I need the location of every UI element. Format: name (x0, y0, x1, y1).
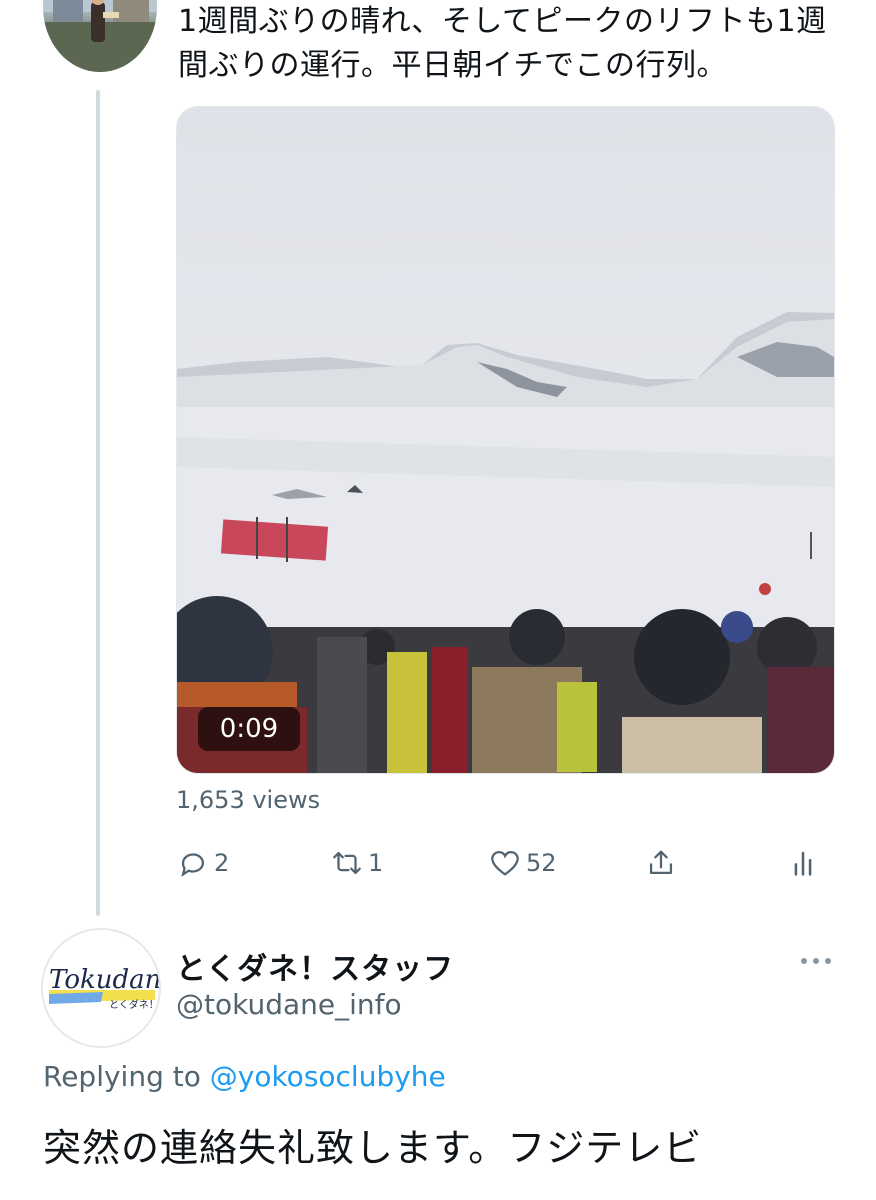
replying-to-line: Replying to @yokosoclubyhe (43, 1060, 446, 1093)
like-button[interactable]: 52 (488, 840, 557, 886)
user-handle[interactable]: @tokudane_info (176, 988, 402, 1021)
view-count: 1,653 views (176, 786, 321, 814)
video-duration-badge: 0:09 (198, 707, 300, 751)
analytics-button[interactable] (786, 840, 820, 886)
reply-count: 2 (214, 849, 230, 877)
more-icon (801, 958, 831, 964)
thread-connector-line (96, 90, 100, 916)
replying-to-label: Replying to (43, 1060, 201, 1093)
display-name[interactable]: とくダネ！スタッフ (176, 944, 454, 988)
svg-text:Tokudane: Tokudane (49, 965, 159, 995)
replying-to-mention[interactable]: @yokosoclubyhe (210, 1060, 446, 1093)
tokudane-avatar[interactable]: Tokudane とくダネ！ (41, 928, 161, 1048)
author-avatar[interactable] (43, 0, 157, 72)
analytics-icon (794, 851, 812, 876)
svg-text:とくダネ！: とくダネ！ (109, 998, 159, 1011)
heart-icon (491, 851, 519, 876)
like-count: 52 (526, 849, 557, 877)
share-icon (649, 850, 673, 875)
retweet-button[interactable]: 1 (330, 840, 383, 886)
tweet-text: 1週間ぶりの晴れ、そしてピークのリフトも1週間ぶりの運行。平日朝イチでこの行列。 (178, 4, 827, 83)
reply-tweet-text: 突然の連絡失礼致します。フジテレビ (43, 1126, 703, 1170)
tokudane-logo: Tokudane とくダネ！ (43, 930, 159, 1046)
retweet-icon (333, 851, 361, 875)
more-button[interactable] (796, 946, 836, 976)
video-player[interactable] (176, 106, 835, 774)
retweet-count: 1 (368, 849, 384, 877)
reply-button[interactable]: 2 (176, 840, 229, 886)
reply-icon (181, 853, 205, 877)
share-button[interactable] (644, 840, 678, 886)
